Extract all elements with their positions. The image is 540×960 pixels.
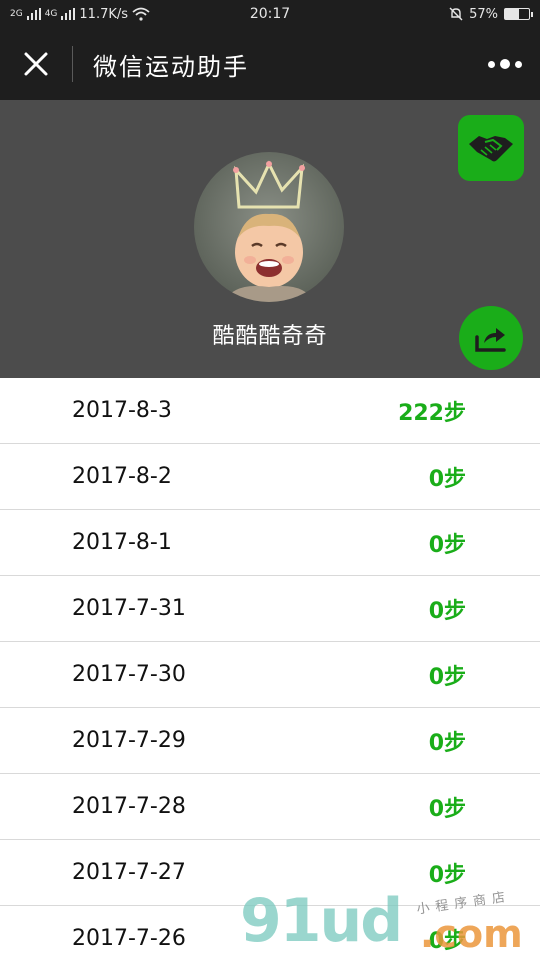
list-item[interactable]: 2017-7-29 0步 xyxy=(0,708,540,774)
close-icon xyxy=(24,52,48,76)
record-steps: 222步 xyxy=(398,400,466,426)
record-date: 2017-7-29 xyxy=(72,728,186,753)
avatar-image xyxy=(224,160,314,302)
nav-divider xyxy=(72,46,73,82)
handshake-icon xyxy=(469,136,513,162)
network-4g-label: 4G xyxy=(44,8,58,19)
close-button[interactable] xyxy=(0,28,72,100)
list-item[interactable]: 2017-7-27 0步 xyxy=(0,840,540,906)
record-steps: 0步 xyxy=(428,532,466,558)
signal-icon xyxy=(26,8,41,20)
more-dot-icon xyxy=(488,60,495,68)
status-right: 57% xyxy=(330,6,533,22)
record-date: 2017-8-3 xyxy=(72,398,172,423)
record-steps: 0步 xyxy=(428,730,466,756)
wifi-icon xyxy=(132,7,150,21)
avatar xyxy=(194,152,344,302)
more-dot-icon xyxy=(515,60,522,68)
step-records-list: 2017-8-3 222步 2017-8-2 0步 2017-8-1 0步 20… xyxy=(0,378,540,960)
status-left: 2G 4G 11.7K/s xyxy=(10,7,210,22)
more-dot-icon xyxy=(500,59,510,69)
battery-level xyxy=(505,9,519,19)
record-date: 2017-8-2 xyxy=(72,464,172,489)
record-steps: 0步 xyxy=(428,664,466,690)
signal-icon-2 xyxy=(61,8,76,20)
status-time: 20:17 xyxy=(249,6,291,22)
record-steps: 0步 xyxy=(428,466,466,492)
record-date: 2017-7-26 xyxy=(72,926,186,951)
record-steps: 0步 xyxy=(428,862,466,888)
list-item[interactable]: 2017-8-3 222步 xyxy=(0,378,540,444)
list-item[interactable]: 2017-7-30 0步 xyxy=(0,642,540,708)
profile-header: 酷酷酷奇奇 xyxy=(0,100,540,378)
record-date: 2017-7-30 xyxy=(72,662,186,687)
mute-bell-icon xyxy=(449,7,463,21)
more-menu-button[interactable] xyxy=(470,28,540,100)
list-item[interactable]: 2017-7-31 0步 xyxy=(0,576,540,642)
page-title: 微信运动助手 xyxy=(93,52,249,81)
list-item[interactable]: 2017-8-1 0步 xyxy=(0,510,540,576)
record-steps: 0步 xyxy=(428,598,466,624)
battery-icon xyxy=(504,8,533,20)
record-date: 2017-7-27 xyxy=(72,860,186,885)
record-date: 2017-7-31 xyxy=(72,596,186,621)
list-item[interactable]: 2017-7-26 0步 xyxy=(0,906,540,960)
network-2g-label: 2G xyxy=(10,8,23,19)
record-date: 2017-7-28 xyxy=(72,794,186,819)
handshake-button[interactable] xyxy=(458,115,524,181)
record-steps: 0步 xyxy=(428,796,466,822)
record-date: 2017-8-1 xyxy=(72,530,172,555)
network-speed: 11.7K/s xyxy=(79,6,129,22)
status-bar: 2G 4G 11.7K/s 20:17 57% xyxy=(0,0,540,28)
record-steps: 0步 xyxy=(428,928,466,954)
list-item[interactable]: 2017-8-2 0步 xyxy=(0,444,540,510)
navigation-bar: 微信运动助手 xyxy=(0,28,540,100)
share-icon xyxy=(475,328,506,352)
share-button[interactable] xyxy=(459,306,523,370)
battery-percent: 57% xyxy=(469,6,498,22)
list-item[interactable]: 2017-7-28 0步 xyxy=(0,774,540,840)
